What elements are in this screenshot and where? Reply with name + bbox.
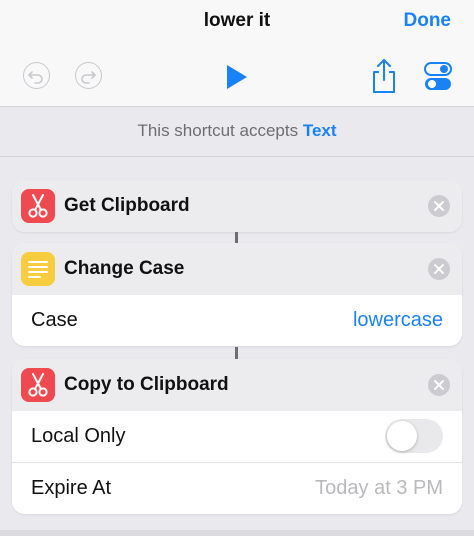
case-row[interactable]: Case lowercase [12,295,462,346]
nav-header: lower it Done [0,0,474,107]
action-card-change-case[interactable]: Change Case Case lowercase [12,243,462,346]
remove-action-icon[interactable] [428,195,450,217]
remove-action-icon[interactable] [428,374,450,396]
expire-at-value[interactable]: Today at 3 PM [315,477,443,500]
action-header[interactable]: Get Clipboard [12,180,462,232]
divider [0,156,474,157]
action-header[interactable]: Copy to Clipboard [12,359,462,411]
scissors-icon [21,368,55,402]
accepts-label: This shortcut accepts Text [0,121,474,141]
text-lines-icon [21,252,55,286]
settings-toggle-icon[interactable] [424,62,452,97]
local-only-row: Local Only [12,411,462,462]
case-value[interactable]: lowercase [353,309,443,332]
undo-icon[interactable] [23,62,50,89]
accepts-type-link[interactable]: Text [303,121,337,140]
case-label: Case [31,309,78,331]
redo-icon[interactable] [75,62,102,89]
action-card-get-clipboard[interactable]: Get Clipboard [12,180,462,232]
remove-action-icon[interactable] [428,258,450,280]
action-title: Get Clipboard [64,195,190,216]
action-header[interactable]: Change Case [12,243,462,295]
local-only-label: Local Only [31,425,126,447]
scissors-icon [21,189,55,223]
action-title: Change Case [64,258,185,279]
play-icon[interactable] [225,64,249,95]
local-only-toggle[interactable] [385,419,443,453]
bottom-divider [0,530,474,536]
action-title: Copy to Clipboard [64,374,229,395]
expire-at-row[interactable]: Expire At Today at 3 PM [12,462,462,514]
action-card-copy-to-clipboard[interactable]: Copy to Clipboard Local Only Expire At T… [12,359,462,514]
accepts-prefix: This shortcut accepts [137,121,299,140]
share-icon[interactable] [371,58,397,99]
expire-at-label: Expire At [31,477,112,499]
toggle-knob [387,421,417,451]
done-button[interactable]: Done [404,10,452,32]
action-connector [235,347,238,359]
